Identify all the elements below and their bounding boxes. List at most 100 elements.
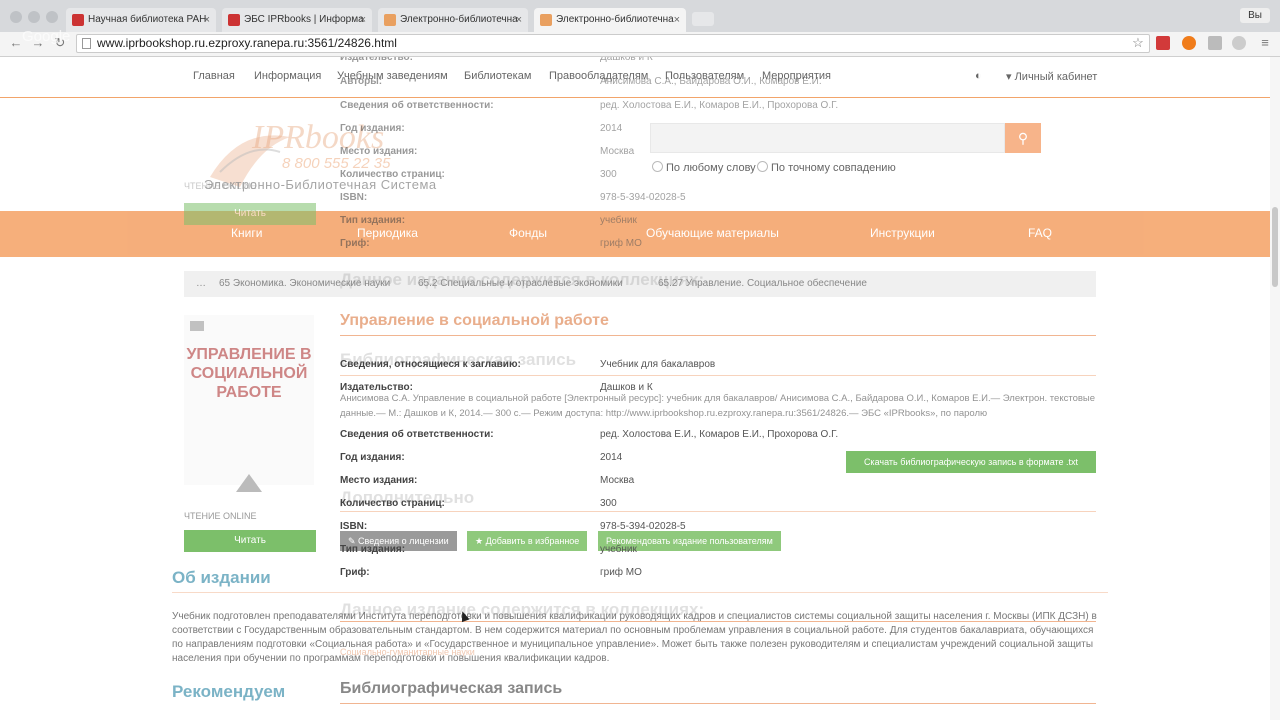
menu-item-instructions[interactable]: Инструкции xyxy=(870,226,935,240)
nav-link-libraries[interactable]: Библиотекам xyxy=(464,70,531,82)
search-input[interactable] xyxy=(650,123,1005,153)
scrollbar-thumb[interactable] xyxy=(1272,207,1278,287)
menu-item-learning[interactable]: Обучающие материалы xyxy=(646,226,779,240)
field-label: ISBN: xyxy=(340,192,368,203)
close-tab-icon[interactable]: × xyxy=(516,8,522,32)
field-value: учебник xyxy=(600,215,637,226)
field-label: Год издания: xyxy=(340,452,405,463)
address-bar[interactable]: www.iprbookshop.ru.ezproxy.ranepa.ru:356… xyxy=(76,34,1150,53)
field-label: Количество страниц: xyxy=(340,498,445,509)
extension-icon[interactable] xyxy=(1208,36,1222,50)
radio-exact[interactable]: По точному совпадению xyxy=(757,161,896,174)
page-scrollbar[interactable] xyxy=(1270,57,1280,720)
field-value: Учебник для бакалавров xyxy=(600,359,716,370)
field-label: Год издания: xyxy=(340,123,405,134)
nav-link-home[interactable]: Главная xyxy=(193,70,235,82)
zoom-window-icon[interactable] xyxy=(46,11,58,23)
cabinet-label: Личный кабинет xyxy=(1014,71,1098,83)
menu-icon[interactable]: ≡ xyxy=(1257,35,1273,51)
read-button[interactable]: Читать xyxy=(184,203,316,225)
radio-label: По точному совпадению xyxy=(771,162,896,174)
close-tab-icon[interactable]: × xyxy=(360,8,366,32)
tab-title: Научная библиотека РАН xyxy=(88,14,207,25)
menu-item-faq[interactable]: FAQ xyxy=(1028,226,1052,240)
online-label: ЧТЕНИЕ ONLINE xyxy=(184,511,257,521)
close-window-icon[interactable] xyxy=(10,11,22,23)
cover-emblem-icon xyxy=(190,321,204,331)
field-label: Количество страниц: xyxy=(340,169,445,180)
close-tab-icon[interactable]: × xyxy=(674,8,680,32)
favicon-icon xyxy=(228,14,240,26)
tab-title: Электронно-библиотечна xyxy=(556,14,674,25)
favorite-button[interactable]: ★ Добавить в избранное xyxy=(467,531,588,551)
field-label: Авторы: xyxy=(340,76,383,87)
tab-title: ЭБС IPRbooks | Информа xyxy=(244,14,364,25)
publisher-logo-icon xyxy=(236,474,262,492)
recommend-heading: Рекомендуем xyxy=(172,682,286,701)
close-tab-icon[interactable]: × xyxy=(204,8,210,32)
download-biblio-button[interactable]: Скачать библиографическую запись в форма… xyxy=(846,451,1096,473)
field-value: Москва xyxy=(600,475,635,486)
browser-tab[interactable]: Научная библиотека РАН × xyxy=(66,8,216,32)
field-label: Гриф: xyxy=(340,238,370,249)
field-label: Место издания: xyxy=(340,475,418,486)
field-label: Сведения, относящиеся к заглавию: xyxy=(340,359,521,370)
about-heading: Об издании xyxy=(172,568,271,587)
menu-item-funds[interactable]: Фонды xyxy=(509,226,547,240)
collections-heading: Данное издание содержится в коллекциях: xyxy=(340,270,705,289)
about-text: Учебник подготовлен преподавателями Инст… xyxy=(172,611,1097,664)
favicon-icon xyxy=(540,14,552,26)
field-value: гриф МО xyxy=(600,238,642,249)
book-title: Управление в социальной работе xyxy=(340,312,609,329)
profile-button[interactable]: Вы xyxy=(1240,8,1270,23)
field-value: ред. Холостова Е.И., Комаров Е.И., Прохо… xyxy=(600,100,839,111)
read-button[interactable]: Читать xyxy=(184,530,316,552)
url-text: www.iprbookshop.ru.ezproxy.ranepa.ru:356… xyxy=(97,36,397,50)
field-value: 300 xyxy=(600,498,617,509)
field-value: 978-5-394-02028-5 xyxy=(600,192,686,203)
browser-toolbar: ← → ↻ www.iprbookshop.ru.ezproxy.ranepa.… xyxy=(0,32,1280,57)
field-value: 300 xyxy=(600,169,617,180)
globe-icon[interactable]: ◐ xyxy=(975,70,982,82)
browser-tab[interactable]: ЭБС IPRbooks | Информа × xyxy=(222,8,372,32)
cabinet-link[interactable]: ▾ Личный кабинет xyxy=(1006,70,1097,83)
field-label: Сведения об ответственности: xyxy=(340,100,494,111)
field-value: Москва xyxy=(600,146,635,157)
field-label: Издательство: xyxy=(340,57,413,63)
bookmark-star-icon[interactable]: ☆ xyxy=(1130,35,1146,51)
field-label: Гриф: xyxy=(340,567,370,578)
field-value: ред. Холостова Е.И., Комаров Е.И., Прохо… xyxy=(600,429,839,440)
browser-tab[interactable]: Электронно-библиотечна × xyxy=(378,8,528,32)
nav-link-info[interactable]: Информация xyxy=(254,70,321,82)
search-button[interactable]: ⚲ xyxy=(1005,123,1041,153)
page-icon xyxy=(82,38,91,49)
field-label: Тип издания: xyxy=(340,215,406,226)
new-tab-button[interactable] xyxy=(692,12,714,26)
extension-icon[interactable] xyxy=(1156,36,1170,50)
browser-tabbar: Научная библиотека РАН × ЭБС IPRbooks | … xyxy=(0,0,1280,32)
field-value: 2014 xyxy=(600,452,623,463)
book-cover-image[interactable]: УПРАВЛЕНИЕ В СОЦИАЛЬНОЙ РАБОТЕ xyxy=(184,315,314,485)
favorite-label: Добавить в избранное xyxy=(485,536,580,546)
divider xyxy=(340,335,1096,336)
browser-tab-active[interactable]: Электронно-библиотечна × xyxy=(534,8,686,32)
online-label: ЧТЕНИЕ ONLINE xyxy=(184,181,257,191)
overlay-watermark: Google xyxy=(22,28,71,45)
radio-label: По любому слову xyxy=(666,162,756,174)
extension-icon[interactable] xyxy=(1232,36,1246,50)
field-label: Тип издания: xyxy=(340,544,406,555)
radio-any-word[interactable]: По любому слову xyxy=(652,161,756,174)
divider xyxy=(172,592,1108,593)
field-value: гриф МО xyxy=(600,567,642,578)
divider xyxy=(340,703,1096,704)
page-content: Главная Информация Учебным заведениям Би… xyxy=(0,57,1280,720)
minimize-window-icon[interactable] xyxy=(28,11,40,23)
menu-item-books[interactable]: Книги xyxy=(231,226,262,240)
cover-title: УПРАВЛЕНИЕ В СОЦИАЛЬНОЙ РАБОТЕ xyxy=(186,346,312,401)
divider xyxy=(340,511,1096,512)
field-value: 2014 xyxy=(600,123,623,134)
favicon-icon xyxy=(72,14,84,26)
field-value: учебник xyxy=(600,544,637,555)
divider xyxy=(340,375,1096,376)
extension-icon[interactable] xyxy=(1182,36,1196,50)
